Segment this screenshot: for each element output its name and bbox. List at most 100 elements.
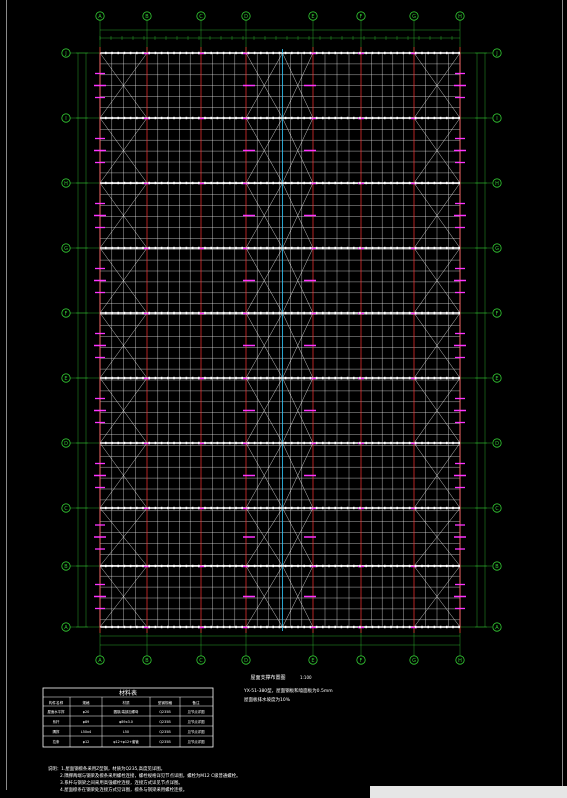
bolt-marker bbox=[353, 625, 355, 629]
bolt-marker bbox=[446, 506, 448, 510]
bolt-marker bbox=[384, 246, 386, 250]
bolt-marker bbox=[278, 51, 281, 55]
bolt-marker bbox=[427, 181, 429, 185]
bolt-marker bbox=[291, 441, 293, 445]
bolt-marker bbox=[129, 311, 132, 315]
bolt-marker bbox=[204, 441, 206, 445]
bolt-marker bbox=[278, 441, 281, 445]
bolt-marker bbox=[415, 51, 417, 55]
bolt-marker bbox=[309, 625, 312, 629]
bolt-marker bbox=[117, 625, 119, 629]
bolt-marker bbox=[142, 246, 144, 250]
bolt-marker bbox=[160, 564, 163, 568]
bolt-marker bbox=[396, 564, 398, 568]
bolt-marker bbox=[384, 441, 386, 445]
bolt-marker bbox=[396, 625, 398, 629]
footnote-3: 3.系杆与钢梁之间采用高强螺栓连接，连接方式详见节点详图。 bbox=[60, 779, 183, 786]
bolt-marker bbox=[427, 51, 429, 55]
bolt-marker bbox=[266, 311, 268, 315]
bolt-marker bbox=[421, 506, 423, 510]
bolt-marker bbox=[408, 564, 411, 568]
bolt-marker bbox=[142, 116, 144, 120]
bolt-marker bbox=[123, 246, 126, 250]
bolt-marker bbox=[148, 376, 150, 380]
row-bubble-right-label: H bbox=[495, 181, 499, 187]
column-bubble-top-label: C bbox=[199, 14, 203, 20]
bolt-marker bbox=[154, 625, 157, 629]
bolt-marker bbox=[204, 625, 206, 629]
bolt-marker bbox=[136, 506, 138, 510]
bolt-marker bbox=[123, 564, 126, 568]
bolt-marker bbox=[241, 181, 243, 185]
bolt-marker bbox=[415, 564, 417, 568]
bolt-marker bbox=[185, 311, 188, 315]
bolt-marker bbox=[396, 311, 398, 315]
bolt-marker bbox=[272, 376, 274, 380]
bolt-marker bbox=[402, 506, 405, 510]
bolt-marker bbox=[340, 441, 343, 445]
bolt-marker bbox=[303, 181, 305, 185]
bolt-marker bbox=[111, 376, 113, 380]
bolt-marker bbox=[179, 246, 181, 250]
bolt-marker bbox=[415, 441, 417, 445]
bolt-marker bbox=[371, 625, 374, 629]
bolt-marker bbox=[129, 625, 132, 629]
bolt-marker bbox=[340, 51, 343, 55]
bolt-marker bbox=[371, 51, 374, 55]
bolt-marker bbox=[309, 441, 312, 445]
bolt-marker bbox=[384, 181, 386, 185]
bolt-marker bbox=[198, 564, 200, 568]
bolt-marker bbox=[260, 376, 262, 380]
bolt-marker bbox=[384, 625, 386, 629]
bolt-marker bbox=[377, 246, 380, 250]
bolt-marker bbox=[185, 564, 188, 568]
bolt-marker bbox=[346, 246, 349, 250]
bolt-marker bbox=[377, 51, 380, 55]
bolt-marker bbox=[408, 246, 411, 250]
bolt-marker bbox=[148, 311, 150, 315]
footnote-4: 4.屋面檩条在钢梁处连接方式见详图，檩条与钢梁采用螺栓连接。 bbox=[60, 786, 187, 793]
bolt-marker bbox=[415, 506, 417, 510]
bolt-marker bbox=[117, 311, 119, 315]
bolt-marker bbox=[365, 116, 367, 120]
bolt-marker bbox=[371, 246, 374, 250]
bolt-marker bbox=[179, 441, 181, 445]
bolt-marker bbox=[384, 116, 386, 120]
bolt-marker bbox=[241, 311, 243, 315]
bolt-marker bbox=[309, 181, 312, 185]
bolt-marker bbox=[284, 51, 287, 55]
bolt-marker bbox=[340, 181, 343, 185]
bolt-marker bbox=[191, 246, 194, 250]
bolt-marker bbox=[328, 376, 330, 380]
bolt-marker bbox=[291, 51, 293, 55]
table-cell: 圆钢,端部加螺母 bbox=[114, 709, 139, 714]
bolt-marker bbox=[260, 116, 262, 120]
bolt-marker bbox=[173, 246, 175, 250]
column-bubble-top-label: E bbox=[311, 14, 314, 20]
bolt-marker bbox=[111, 181, 113, 185]
bolt-marker bbox=[322, 51, 324, 55]
column-bubble-top-label: D bbox=[244, 14, 248, 20]
roof-plan-drawing: A A B B C C D D E E F F G G H H J J I I H H G G F F E E D D C C B B A A 屋面支… bbox=[42, 11, 502, 793]
bolt-marker bbox=[111, 246, 113, 250]
bolt-marker bbox=[210, 564, 212, 568]
table-cell: 见节点详图 bbox=[188, 719, 206, 724]
bolt-marker bbox=[322, 246, 324, 250]
bolt-marker bbox=[229, 441, 231, 445]
bolt-marker bbox=[111, 311, 113, 315]
bolt-marker bbox=[136, 181, 138, 185]
bolt-marker bbox=[105, 51, 107, 55]
table-cell: 见节点详图 bbox=[188, 729, 206, 734]
bolt-marker bbox=[167, 506, 169, 510]
bolt-marker bbox=[353, 181, 355, 185]
bolt-marker bbox=[402, 441, 405, 445]
bolt-marker bbox=[129, 441, 132, 445]
bolt-marker bbox=[235, 376, 237, 380]
bolt-marker bbox=[235, 181, 237, 185]
bolt-marker bbox=[297, 625, 299, 629]
bolt-marker bbox=[371, 564, 374, 568]
bolt-marker bbox=[390, 376, 392, 380]
column-bubble-top-label: F bbox=[360, 14, 363, 20]
bolt-marker bbox=[160, 376, 163, 380]
bolt-marker bbox=[396, 116, 398, 120]
